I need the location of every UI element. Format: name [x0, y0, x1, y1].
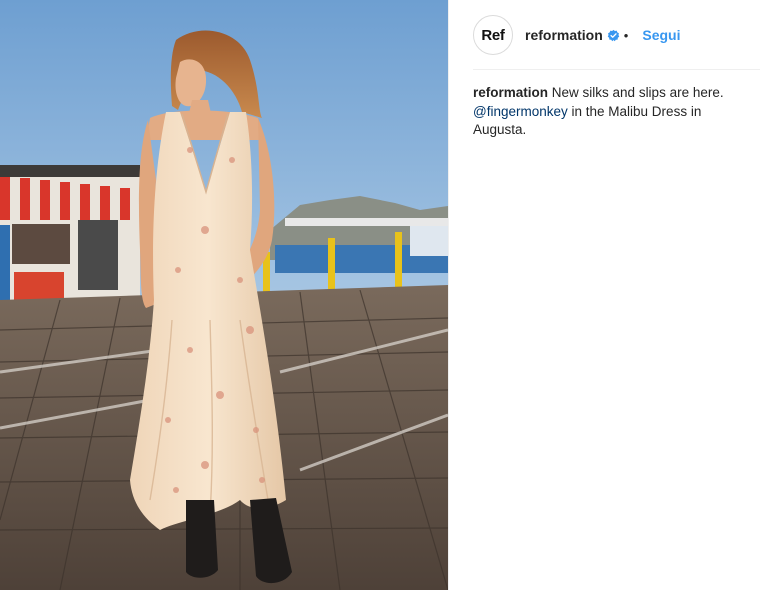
post-caption: reformation New silks and slips are here…: [473, 84, 743, 140]
avatar[interactable]: Ref: [473, 15, 513, 55]
post-photo-image: [0, 0, 448, 590]
username-link[interactable]: reformation: [525, 27, 603, 43]
header-divider: [473, 69, 760, 70]
caption-username-link[interactable]: reformation: [473, 85, 548, 100]
post-header: Ref reformation • Segui: [449, 0, 765, 70]
post-photo[interactable]: [0, 0, 448, 590]
instagram-post: Ref reformation • Segui reformation New …: [0, 0, 765, 590]
follow-button[interactable]: Segui: [642, 27, 680, 43]
verified-badge-icon: [607, 29, 620, 41]
caption-text-1: New silks and slips are here.: [551, 85, 724, 100]
avatar-text: Ref: [481, 26, 505, 44]
separator-dot: •: [623, 27, 629, 43]
post-sidebar: Ref reformation • Segui reformation New …: [448, 0, 765, 590]
caption-mention-link[interactable]: @fingermonkey: [473, 104, 568, 119]
